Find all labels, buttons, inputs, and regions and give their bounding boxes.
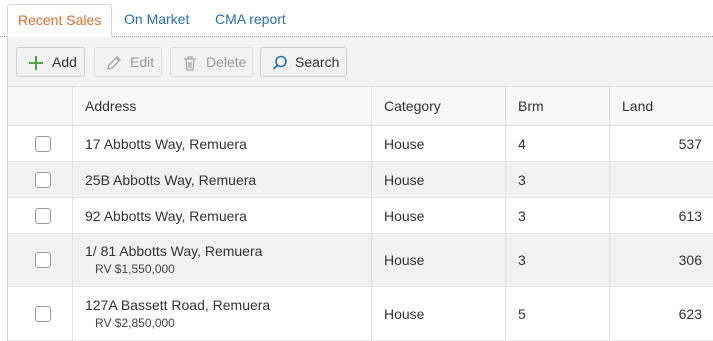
land-cell: 623	[678, 305, 702, 322]
tab-cma-report[interactable]: CMA report	[205, 4, 296, 37]
toolbar: Add Edit Delete Search	[8, 37, 713, 87]
row-checkbox[interactable]	[35, 305, 51, 322]
table-row[interactable]: 17 Abbotts Way, Remuera House 4 537	[8, 126, 713, 162]
header-brm[interactable]: Brm	[506, 87, 610, 125]
header-select	[8, 87, 73, 125]
header-address[interactable]: Address	[73, 87, 372, 125]
pencil-icon	[107, 56, 121, 70]
table-row[interactable]: 127A Bassett Road, Remuera RV $2,850,000 …	[8, 287, 713, 341]
land-cell: 306	[678, 252, 702, 268]
row-checkbox[interactable]	[35, 171, 51, 188]
tab-bar: Recent Sales On Market CMA report	[0, 0, 713, 37]
table-header: Address Category Brm Land	[8, 87, 713, 126]
plus-icon	[29, 56, 43, 70]
land-cell: 537	[678, 135, 702, 152]
row-checkbox[interactable]	[35, 207, 51, 224]
category-cell: House	[384, 135, 425, 152]
land-cell: 613	[678, 207, 702, 224]
recent-sales-panel: Add Edit Delete Search Address Category …	[7, 37, 713, 341]
brm-cell: 3	[518, 207, 526, 224]
category-cell: House	[384, 207, 425, 224]
address-cell: 92 Abbotts Way, Remuera	[85, 207, 247, 224]
edit-label: Edit	[130, 54, 155, 70]
table-row[interactable]: 92 Abbotts Way, Remuera House 3 613	[8, 198, 713, 234]
table-row[interactable]: 1/ 81 Abbotts Way, Remuera RV $1,550,000 …	[8, 234, 713, 287]
rv-value: RV $1,550,000	[95, 262, 175, 276]
add-button[interactable]: Add	[16, 47, 85, 77]
row-checkbox[interactable]	[35, 135, 51, 152]
address-cell: 127A Bassett Road, Remuera RV $2,850,000	[85, 296, 271, 330]
category-cell: House	[384, 305, 425, 322]
brm-cell: 3	[518, 252, 526, 268]
category-cell: House	[384, 252, 425, 268]
trash-icon	[184, 56, 196, 71]
header-land[interactable]: Land	[610, 87, 713, 125]
category-cell: House	[384, 171, 425, 188]
delete-button[interactable]: Delete	[170, 47, 253, 77]
brm-cell: 4	[518, 135, 526, 152]
address-cell: 1/ 81 Abbotts Way, Remuera RV $1,550,000	[85, 243, 263, 276]
search-button[interactable]: Search	[260, 47, 347, 77]
add-label: Add	[52, 54, 77, 70]
row-checkbox[interactable]	[35, 252, 51, 268]
delete-label: Delete	[206, 54, 247, 70]
header-category[interactable]: Category	[372, 87, 506, 125]
address-cell: 17 Abbotts Way, Remuera	[85, 135, 247, 152]
brm-cell: 5	[518, 305, 526, 322]
search-label: Search	[295, 54, 340, 70]
tab-recent-sales[interactable]: Recent Sales	[7, 4, 113, 37]
rv-value: RV $2,850,000	[95, 315, 175, 330]
address-cell: 25B Abbotts Way, Remuera	[85, 171, 257, 188]
table-row[interactable]: 25B Abbotts Way, Remuera House 3	[8, 162, 713, 198]
search-icon	[272, 55, 287, 70]
tab-on-market[interactable]: On Market	[114, 4, 199, 37]
brm-cell: 3	[518, 171, 526, 188]
edit-button[interactable]: Edit	[94, 47, 162, 77]
